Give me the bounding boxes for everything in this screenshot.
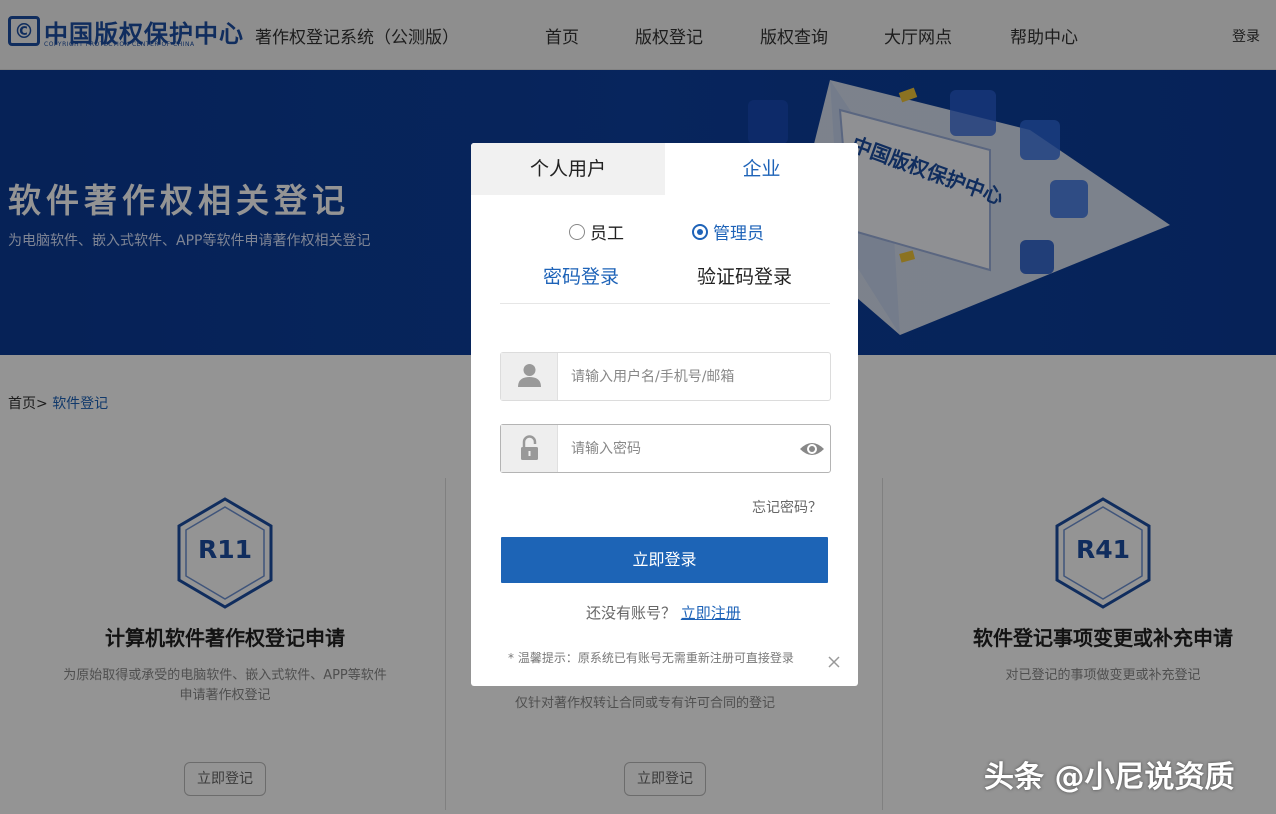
radio-unchecked-icon[interactable] bbox=[569, 223, 585, 240]
username-input[interactable] bbox=[571, 365, 791, 389]
tab-enterprise[interactable]: 企业 bbox=[665, 143, 858, 195]
login-submit-button[interactable]: 立即登录 bbox=[501, 537, 828, 583]
code-login-tab[interactable]: 验证码登录 bbox=[697, 262, 792, 289]
no-account-text: 还没有账号？ bbox=[586, 604, 677, 622]
radio-checked-icon[interactable] bbox=[692, 223, 708, 240]
forgot-password-link[interactable]: 忘记密码？ bbox=[752, 497, 822, 517]
role-employee-label: 员工 bbox=[590, 224, 624, 244]
role-employee-option[interactable]: 员工 bbox=[569, 219, 624, 244]
tab-personal-user[interactable]: 个人用户 bbox=[471, 143, 665, 195]
login-tip: * 温馨提示：原系统已有账号无需重新注册可直接登录 bbox=[508, 651, 794, 665]
login-modal: 个人用户 企业 员工 管理员 密码登录 验证码登录 请输入用户名/手机号/邮箱 … bbox=[471, 143, 858, 686]
user-icon bbox=[501, 353, 558, 400]
close-icon[interactable] bbox=[827, 655, 841, 669]
password-input[interactable] bbox=[571, 437, 791, 461]
password-login-tab[interactable]: 密码登录 bbox=[543, 262, 619, 289]
role-admin-label: 管理员 bbox=[713, 224, 764, 244]
password-field[interactable] bbox=[500, 424, 831, 473]
mode-divider bbox=[500, 303, 830, 304]
lock-icon bbox=[501, 425, 558, 472]
username-field[interactable] bbox=[500, 352, 831, 401]
role-admin-option[interactable]: 管理员 bbox=[692, 219, 764, 244]
register-prompt: 还没有账号？ 立即注册 bbox=[586, 602, 741, 623]
register-link[interactable]: 立即注册 bbox=[681, 604, 741, 622]
show-password-eye-icon[interactable] bbox=[798, 439, 826, 459]
watermark: 头条 @小尼说资质 bbox=[984, 760, 1235, 795]
